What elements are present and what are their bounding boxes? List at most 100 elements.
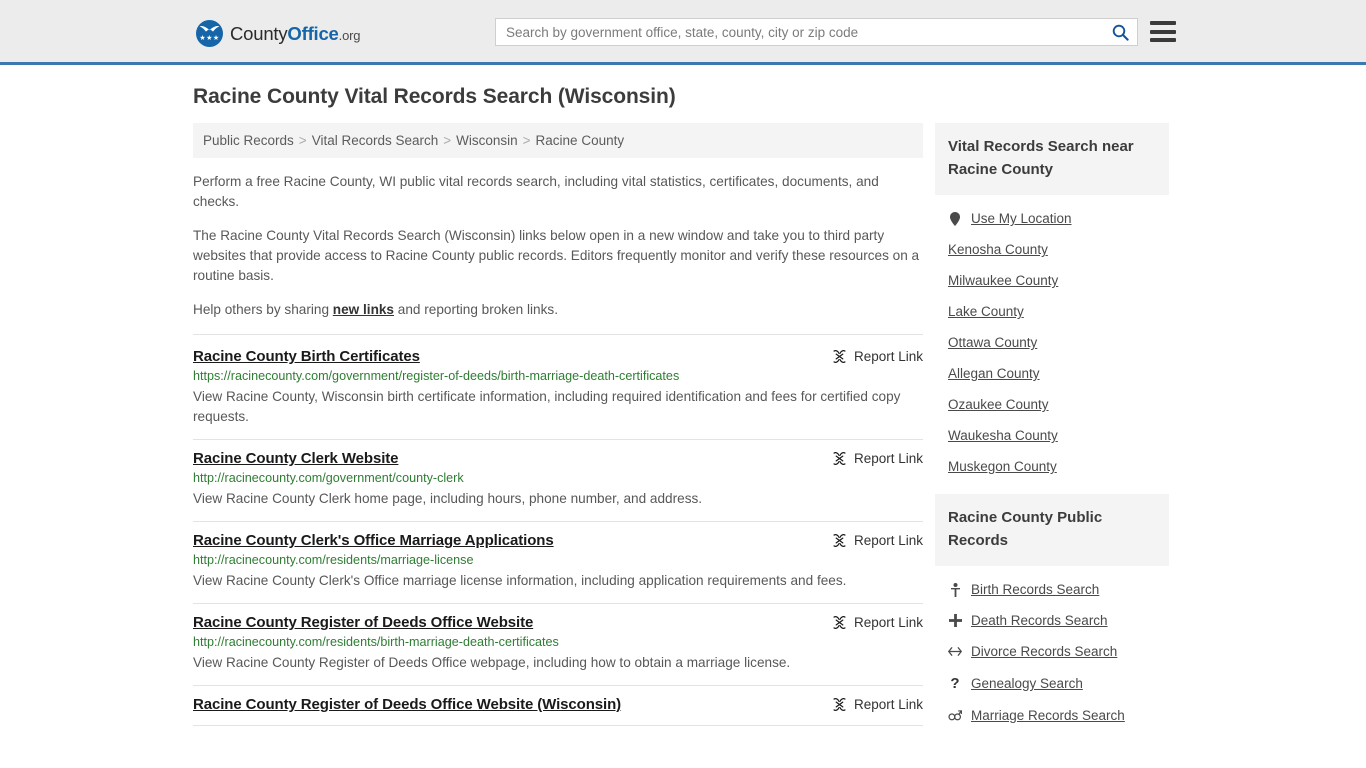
brand-part2: Office — [287, 22, 339, 44]
sidebar-item-death-records-search[interactable]: Death Records Search — [935, 605, 1169, 636]
brand-text: CountyOffice.org — [230, 23, 360, 45]
two-column-layout: Public Records > Vital Records Search > Wisc… — [193, 123, 1173, 737]
result-header: Racine County Birth Certificates Report … — [193, 348, 923, 365]
sidebar-item-waukesha-county[interactable]: Waukesha County — [935, 420, 1169, 451]
sidebar-item-label[interactable]: Use My Location — [971, 211, 1072, 226]
report-link-button[interactable]: Report Link — [832, 615, 923, 630]
intro-paragraph-3: Help others by sharing new links and rep… — [193, 300, 923, 320]
page-body: Racine County Vital Records Search (Wisc… — [0, 65, 1366, 737]
sidebar-item-label[interactable]: Ozaukee County — [948, 397, 1049, 412]
result-title-link[interactable]: Racine County Register of Deeds Office W… — [193, 696, 641, 713]
list-item: Racine County Register of Deeds Office W… — [193, 604, 923, 686]
result-description: View Racine County Register of Deeds Off… — [193, 655, 791, 670]
sidebar-item-label[interactable]: Lake County — [948, 304, 1024, 319]
hamburger-bar — [1150, 29, 1176, 34]
breadcrumb-item-wisconsin[interactable]: Wisconsin — [456, 133, 518, 148]
hamburger-bar — [1150, 38, 1176, 42]
baby-icon — [948, 582, 962, 597]
sidebar-item-use-my-location[interactable]: Use My Location — [935, 203, 1169, 234]
list-item: Racine County Register of Deeds Office W… — [193, 686, 923, 726]
sidebar-public-records-list: Birth Records Search Death Records Searc… — [935, 566, 1169, 737]
sidebar-item-birth-records-search[interactable]: Birth Records Search — [935, 574, 1169, 605]
result-title-link[interactable]: Racine County Birth Certificates — [193, 348, 440, 365]
intro-paragraph-2: The Racine County Vital Records Search (… — [193, 228, 920, 283]
sidebar-item-label[interactable]: Milwaukee County — [948, 273, 1058, 288]
brand-part1: County — [230, 22, 288, 44]
result-title-link[interactable]: Racine County Register of Deeds Office W… — [193, 614, 553, 631]
sidebar-item-label[interactable]: Death Records Search — [971, 613, 1108, 628]
search-icon — [1112, 24, 1129, 41]
content-container: Racine County Vital Records Search (Wisc… — [193, 65, 1173, 737]
result-header: Racine County Register of Deeds Office W… — [193, 696, 923, 713]
question-mark-icon: ? — [950, 675, 960, 692]
male-female-icon — [948, 709, 962, 722]
sidebar-item-kenosha-county[interactable]: Kenosha County — [935, 234, 1169, 265]
sidebar-item-lake-county[interactable]: Lake County — [935, 296, 1169, 327]
broken-link-icon — [833, 616, 846, 629]
search-bar — [495, 18, 1138, 46]
breadcrumb-separator: > — [522, 133, 531, 148]
map-pin-icon — [948, 211, 962, 226]
result-title-link[interactable]: Racine County Clerk's Office Marriage Ap… — [193, 532, 574, 549]
sidebar-item-label[interactable]: Marriage Records Search — [971, 708, 1125, 723]
breadcrumb-item-racine-county[interactable]: Racine County — [536, 133, 625, 148]
result-description: View Racine County Clerk's Office marria… — [193, 573, 847, 588]
sidebar-item-ottawa-county[interactable]: Ottawa County — [935, 327, 1169, 358]
new-links-link[interactable]: new links — [333, 302, 394, 317]
sidebar-item-label[interactable]: Divorce Records Search — [971, 644, 1117, 659]
sidebar-item-label[interactable]: Genealogy Search — [971, 676, 1083, 691]
sidebar-nearby-heading: Vital Records Search near Racine County — [935, 123, 1169, 195]
sidebar-item-allegan-county[interactable]: Allegan County — [935, 358, 1169, 389]
breadcrumb-separator: > — [298, 133, 307, 148]
report-link-button[interactable]: Report Link — [832, 533, 923, 548]
brand-tld: .org — [338, 27, 361, 43]
intro-paragraph-1: Perform a free Racine County, WI public … — [193, 174, 879, 209]
sidebar-item-milwaukee-county[interactable]: Milwaukee County — [935, 265, 1169, 296]
report-link-label: Report Link — [853, 697, 923, 712]
main-column: Public Records > Vital Records Search > Wisc… — [193, 123, 923, 726]
sidebar-section-public-records: Racine County Public Records Birth Recor… — [935, 494, 1169, 737]
broken-link-icon — [833, 350, 846, 363]
sidebar-item-genealogy-search[interactable]: ? Genealogy Search — [935, 667, 1169, 700]
report-link-button[interactable]: Report Link — [832, 451, 923, 466]
breadcrumb-item-vital-records-search[interactable]: Vital Records Search — [312, 133, 439, 148]
sidebar-item-label[interactable]: Muskegon County — [948, 459, 1057, 474]
sidebar-item-muskegon-county[interactable]: Muskegon County — [935, 451, 1169, 482]
report-link-label: Report Link — [853, 451, 923, 466]
sidebar-item-marriage-records-search[interactable]: Marriage Records Search — [935, 700, 1169, 731]
breadcrumb-separator: > — [443, 133, 452, 148]
breadcrumb-item-public-records[interactable]: Public Records — [203, 133, 294, 148]
eagle-icon — [199, 25, 220, 32]
sidebar-item-label[interactable]: Waukesha County — [948, 428, 1058, 443]
broken-link-icon — [833, 452, 846, 465]
report-link-button[interactable]: Report Link — [832, 697, 923, 712]
result-header: Racine County Clerk's Office Marriage Ap… — [193, 532, 923, 549]
result-description: View Racine County, Wisconsin birth cert… — [193, 389, 901, 424]
result-url[interactable]: https://racinecounty.com/government/regi… — [193, 368, 923, 385]
sidebar-item-label[interactable]: Birth Records Search — [971, 582, 1099, 597]
sidebar-item-ozaukee-county[interactable]: Ozaukee County — [935, 389, 1169, 420]
sidebar-item-divorce-records-search[interactable]: Divorce Records Search — [935, 636, 1169, 667]
sidebar-item-label[interactable]: Ottawa County — [948, 335, 1037, 350]
search-input[interactable] — [496, 19, 1103, 45]
result-url[interactable]: http://racinecounty.com/residents/marria… — [193, 552, 923, 569]
sidebar-public-records-heading: Racine County Public Records — [935, 494, 1169, 566]
site-logo[interactable]: ★★★ CountyOffice.org — [196, 20, 360, 47]
intro-p3-pre: Help others by sharing — [193, 302, 333, 317]
list-item: Racine County Clerk Website Report Link … — [193, 440, 923, 522]
result-url[interactable]: http://racinecounty.com/government/count… — [193, 470, 923, 487]
list-item: Racine County Clerk's Office Marriage Ap… — [193, 522, 923, 604]
sidebar-item-label[interactable]: Allegan County — [948, 366, 1040, 381]
result-title-link[interactable]: Racine County Clerk Website — [193, 450, 418, 467]
sidebar-item-label[interactable]: Kenosha County — [948, 242, 1048, 257]
result-list: Racine County Birth Certificates Report … — [193, 334, 923, 726]
report-link-label: Report Link — [853, 615, 923, 630]
search-button[interactable] — [1103, 19, 1137, 45]
intro-p3-post: and reporting broken links. — [394, 302, 558, 317]
site-header: ★★★ CountyOffice.org — [0, 0, 1366, 65]
broken-link-icon — [833, 534, 846, 547]
report-link-button[interactable]: Report Link — [832, 349, 923, 364]
report-link-label: Report Link — [853, 533, 923, 548]
result-url[interactable]: http://racinecounty.com/residents/birth-… — [193, 634, 923, 651]
hamburger-menu-icon[interactable] — [1150, 21, 1176, 42]
